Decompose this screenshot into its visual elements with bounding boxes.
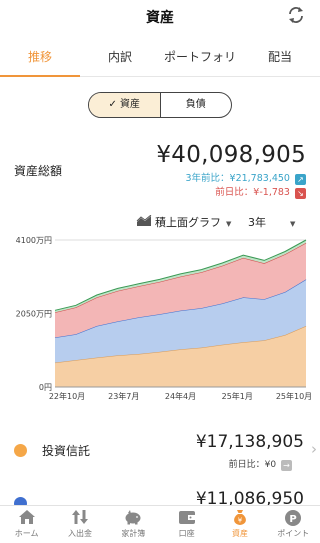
nav-transfer[interactable]: 入出金 xyxy=(53,506,106,543)
toggle-liabilities[interactable]: 負債 xyxy=(161,93,232,117)
svg-text:P: P xyxy=(290,514,297,525)
holding-name: 投資信託 xyxy=(42,444,91,458)
prev-day-change: 前日比：¥-1,783 ↘ xyxy=(215,184,306,199)
nav-points[interactable]: P ポイント xyxy=(267,506,320,543)
total-assets-value: ¥40,098,905 xyxy=(156,142,306,168)
home-icon xyxy=(18,510,35,524)
holding-prev-day: 前日比：¥0 → xyxy=(229,457,292,471)
tab-bar: 推移 内訳 ポートフォリオ 配当 xyxy=(0,40,320,98)
nav-label: 資産 xyxy=(231,529,248,538)
transfer-icon xyxy=(71,510,88,524)
three-year-change-text: 3年前比：¥21,783,450 xyxy=(185,173,290,184)
mutual-fund-color-dot xyxy=(14,444,27,457)
three-year-change: 3年前比：¥21,783,450 ↗ xyxy=(185,170,306,185)
chart-type-select[interactable]: 積上面グラフ ▼ xyxy=(136,214,231,230)
nav-accounts[interactable]: 口座 xyxy=(160,506,213,543)
tab-portfolio[interactable]: ポートフォリオ xyxy=(160,40,240,98)
x-tick-label: 24年4月 xyxy=(165,391,196,401)
y-tick-label: 0円 xyxy=(39,383,52,392)
asset-bag-icon: ¥ xyxy=(234,510,246,525)
bottom-navigation: ホーム 入出金 家計簿 口座 ¥ 資産 P ポイント xyxy=(0,505,320,543)
chevron-down-icon: ▼ xyxy=(290,220,296,228)
holding-prev-day-text: 前日比：¥0 xyxy=(228,460,277,470)
flat-arrow-icon: → xyxy=(281,460,292,471)
svg-text:¥: ¥ xyxy=(238,517,243,525)
refresh-icon[interactable] xyxy=(286,5,306,25)
piggy-bank-icon xyxy=(125,510,141,525)
toggle-assets[interactable]: ✓ 資産 xyxy=(89,93,161,117)
total-assets-label: 資産総額 xyxy=(14,164,63,178)
area-chart-icon xyxy=(136,214,152,226)
tab-breakdown[interactable]: 内訳 xyxy=(80,40,160,76)
chevron-right-icon[interactable]: › xyxy=(311,440,317,458)
down-arrow-icon: ↘ xyxy=(295,188,306,199)
nav-label: 口座 xyxy=(178,529,195,538)
nav-household[interactable]: 家計簿 xyxy=(107,506,160,543)
chart-period-select[interactable]: 3年 ▼ xyxy=(248,214,295,230)
x-tick-label: 22年10月 xyxy=(49,391,85,401)
wallet-icon xyxy=(178,511,195,524)
tab-dividend[interactable]: 配当 xyxy=(240,40,320,76)
nav-assets[interactable]: ¥ 資産 xyxy=(213,506,266,543)
page-title: 資産 xyxy=(146,10,174,26)
nav-label: 家計簿 xyxy=(121,529,146,538)
nav-home[interactable]: ホーム xyxy=(0,506,53,543)
points-icon: P xyxy=(285,510,302,526)
prev-day-change-text: 前日比：¥-1,783 xyxy=(215,187,290,198)
app-header: 資産 xyxy=(0,0,320,34)
x-tick-label: 25年1月 xyxy=(222,391,253,401)
asset-liability-toggle: ✓ 資産 負債 xyxy=(88,92,232,118)
y-tick-label: 4100万円 xyxy=(16,236,52,245)
chart-type-label: 積上面グラフ xyxy=(155,216,221,229)
chart-period-label: 3年 xyxy=(248,216,266,229)
x-tick-label: 23年7月 xyxy=(108,391,139,401)
holding-value: ¥17,138,905 xyxy=(195,432,304,452)
y-tick-label: 2050万円 xyxy=(16,310,52,319)
nav-label: ポイント xyxy=(277,529,310,538)
asset-stacked-area-chart: 4100万円 2050万円 0円22年10月 23年7月 24年4月 25年1月 25年10… xyxy=(16,236,313,401)
active-tab-indicator xyxy=(0,75,80,77)
x-tick-label: 25年10月 xyxy=(276,391,312,401)
chevron-down-icon: ▼ xyxy=(226,220,232,228)
nav-label: ホーム xyxy=(14,529,39,538)
nav-label: 入出金 xyxy=(67,529,92,538)
tab-trend[interactable]: 推移 xyxy=(0,40,80,76)
